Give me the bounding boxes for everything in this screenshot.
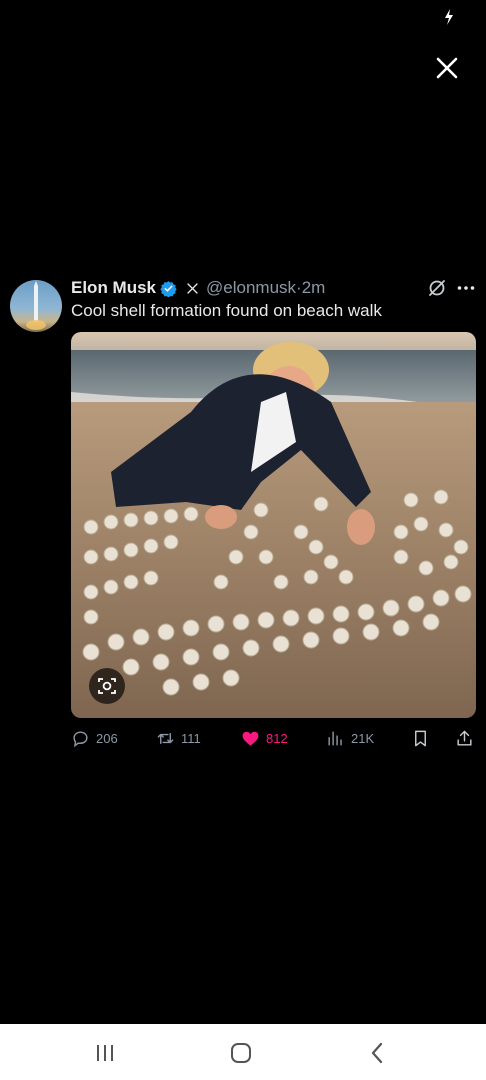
reply-count: 206 [96, 730, 118, 746]
share-button[interactable] [455, 727, 480, 749]
views-button[interactable]: 21K [326, 727, 374, 749]
share-icon [457, 730, 472, 746]
views-chart-icon [328, 730, 342, 746]
verified-badge-icon [160, 280, 177, 297]
grok-icon[interactable] [427, 278, 447, 298]
author-name[interactable]: Elon Musk [71, 278, 156, 298]
reply-icon [73, 730, 88, 747]
charging-icon [445, 9, 453, 25]
heart-filled-icon [242, 731, 259, 746]
recents-icon[interactable] [92, 1040, 118, 1066]
retweet-icon [157, 732, 174, 744]
view-count: 21K [351, 730, 375, 746]
tweet-actions: 206 111 812 21K [71, 727, 476, 749]
retweet-button[interactable]: 111 [156, 727, 201, 749]
bookmark-button[interactable] [411, 727, 436, 749]
reply-button[interactable]: 206 [71, 727, 118, 749]
navigation-bar [0, 1024, 486, 1080]
avatar[interactable] [10, 280, 62, 332]
photo-image [71, 332, 476, 718]
like-button[interactable]: 812 [241, 727, 288, 749]
back-icon[interactable] [365, 1040, 391, 1066]
rocket-image [26, 281, 46, 330]
tweet-header: Elon Musk @elonmusk·2m [71, 275, 325, 301]
retweet-count: 111 [181, 730, 201, 746]
x-logo-icon [187, 282, 198, 294]
lens-search-button[interactable] [89, 668, 125, 704]
close-icon[interactable] [434, 55, 460, 81]
like-count: 812 [266, 730, 288, 746]
more-options-icon[interactable] [456, 278, 476, 298]
tweet-photo[interactable] [71, 332, 476, 718]
tweet-text: Cool shell formation found on beach walk [71, 301, 382, 320]
lens-search-icon [98, 678, 116, 694]
home-icon[interactable] [228, 1040, 254, 1066]
bookmark-icon [415, 730, 426, 746]
handle-time[interactable]: @elonmusk·2m [206, 278, 325, 298]
